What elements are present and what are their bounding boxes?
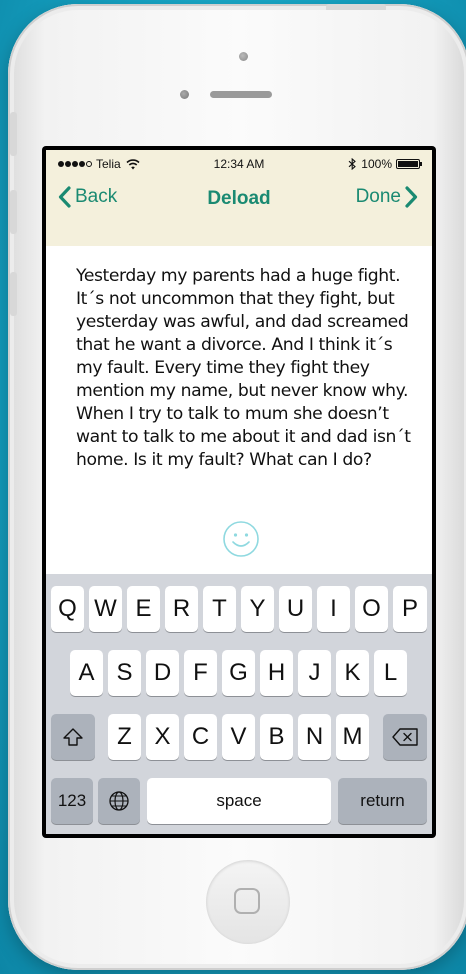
space-label: space [216, 791, 262, 810]
key-z[interactable]: Z [108, 714, 141, 760]
key-o[interactable]: O [355, 586, 388, 632]
numbers-label: 123 [57, 791, 87, 810]
shift-key[interactable] [51, 714, 95, 760]
key-u[interactable]: U [279, 586, 312, 632]
proximity-sensor [180, 90, 189, 99]
key-d[interactable]: D [146, 650, 179, 696]
bluetooth-icon [348, 158, 357, 170]
shift-icon [63, 728, 83, 746]
volume-up-button [10, 190, 17, 234]
key-w[interactable]: W [89, 586, 122, 632]
key-l[interactable]: L [374, 650, 407, 696]
key-q[interactable]: Q [51, 586, 84, 632]
globe-icon [109, 791, 129, 811]
key-m[interactable]: M [336, 714, 369, 760]
screen: Telia 12:34 AM 100% Back Deload Done Yes… [42, 146, 436, 838]
key-g[interactable]: G [222, 650, 255, 696]
key-x[interactable]: X [146, 714, 179, 760]
home-square-icon [234, 888, 260, 914]
key-i[interactable]: I [317, 586, 350, 632]
numbers-key[interactable]: 123 [51, 778, 93, 824]
key-j[interactable]: J [298, 650, 331, 696]
key-k[interactable]: K [336, 650, 369, 696]
done-button[interactable]: Done [356, 186, 418, 208]
key-t[interactable]: T [203, 586, 236, 632]
key-p[interactable]: P [393, 586, 427, 632]
done-label: Done [355, 186, 401, 207]
mute-switch [10, 112, 17, 156]
return-label: return [360, 791, 405, 810]
home-button[interactable] [206, 860, 290, 944]
battery-percent: 100% [361, 157, 392, 171]
backspace-key[interactable] [383, 714, 427, 760]
earpiece-speaker [210, 91, 272, 98]
key-r[interactable]: R [165, 586, 198, 632]
space-key[interactable]: space [147, 778, 331, 824]
smiley-icon[interactable] [222, 520, 260, 558]
volume-down-button [10, 272, 17, 316]
return-key[interactable]: return [338, 778, 427, 824]
key-f[interactable]: F [184, 650, 217, 696]
chevron-right-icon [405, 186, 418, 208]
backspace-icon [392, 728, 418, 746]
app-screen: Telia 12:34 AM 100% Back Deload Done Yes… [46, 150, 432, 834]
key-e[interactable]: E [127, 586, 160, 632]
key-n[interactable]: N [298, 714, 331, 760]
front-camera [239, 52, 248, 61]
message-text[interactable]: Yesterday my parents had a huge fight. I… [76, 265, 416, 472]
power-button [326, 4, 386, 10]
key-s[interactable]: S [108, 650, 141, 696]
battery-icon [396, 159, 422, 169]
status-right: 100% [348, 157, 422, 171]
key-v[interactable]: V [222, 714, 255, 760]
globe-key[interactable] [98, 778, 140, 824]
key-c[interactable]: C [184, 714, 217, 760]
key-b[interactable]: B [260, 714, 293, 760]
header: Telia 12:34 AM 100% Back Deload Done [46, 150, 432, 246]
key-h[interactable]: H [260, 650, 293, 696]
key-y[interactable]: Y [241, 586, 274, 632]
nav-bar: Back Deload Done [46, 184, 432, 218]
status-bar: Telia 12:34 AM 100% [46, 150, 432, 176]
keyboard: Q W E R T Y U I O P A S D F G H J K L Z … [46, 574, 432, 834]
key-a[interactable]: A [70, 650, 103, 696]
